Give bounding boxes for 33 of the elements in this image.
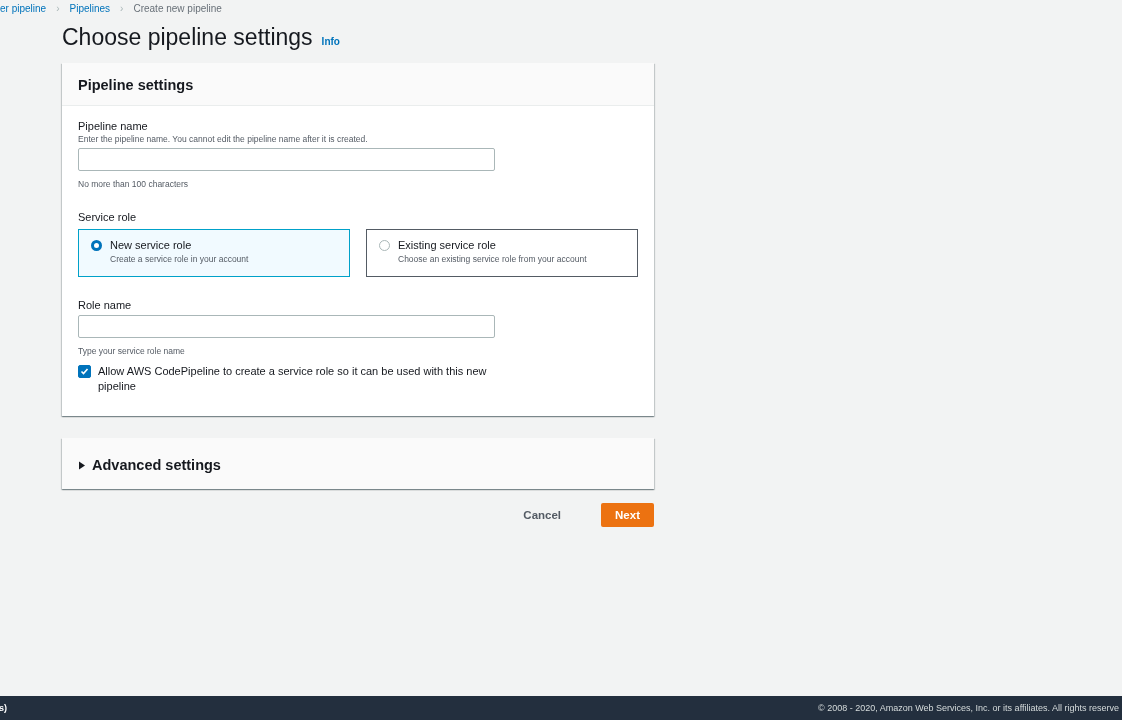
radio-icon <box>379 240 390 251</box>
breadcrumb-separator: › <box>120 3 124 14</box>
card-title: Pipeline settings <box>78 77 195 93</box>
breadcrumb-separator: › <box>56 3 60 14</box>
check-icon <box>80 367 89 376</box>
field-label: Service role <box>78 211 138 223</box>
footer-text: s) <box>0 703 7 713</box>
cancel-button[interactable]: Cancel <box>509 503 576 527</box>
radio-tile[interactable]: New service role Create a service role in your account <box>78 229 350 277</box>
radio-tile[interactable]: Existing service role Choose an existing service role from your account <box>366 229 638 277</box>
field-constraint: No more than 100 characters <box>78 179 190 189</box>
pipeline-name-input[interactable] <box>78 148 495 171</box>
advanced-settings-toggle[interactable]: Advanced settings <box>62 438 654 489</box>
role-name-input[interactable] <box>78 315 495 338</box>
breadcrumb-link[interactable]: er pipeline <box>0 3 47 14</box>
checkbox[interactable] <box>78 365 91 378</box>
field-label: Role name <box>78 299 133 311</box>
field-label: Pipeline name <box>78 120 149 132</box>
radio-icon <box>91 240 102 251</box>
page-title: Choose pipeline settings <box>62 24 313 51</box>
next-button[interactable]: Next <box>601 503 654 527</box>
option-title: Existing service role <box>398 239 497 251</box>
info-link[interactable]: Info <box>321 36 340 47</box>
triangle-icon <box>78 460 86 470</box>
option-title: New service role <box>110 239 193 251</box>
checkbox-label: Allow AWS CodePipeline to create a service role so it can be used with this new pipeline <box>98 364 488 394</box>
field-hint: Type your service role name <box>78 346 186 356</box>
copyright-text: © 2008 - 2020, Amazon Web Services, Inc. or its affiliates. All rights reserve <box>818 703 1119 713</box>
breadcrumb-link[interactable]: Pipelines <box>69 3 111 14</box>
option-description: Choose an existing service role from your account <box>398 254 587 264</box>
option-description: Create a service role in your account <box>110 254 249 264</box>
field-description: Enter the pipeline name. You cannot edit the pipeline name after it is created. <box>78 134 369 144</box>
breadcrumb-link[interactable]: Create new pipeline <box>133 3 222 14</box>
